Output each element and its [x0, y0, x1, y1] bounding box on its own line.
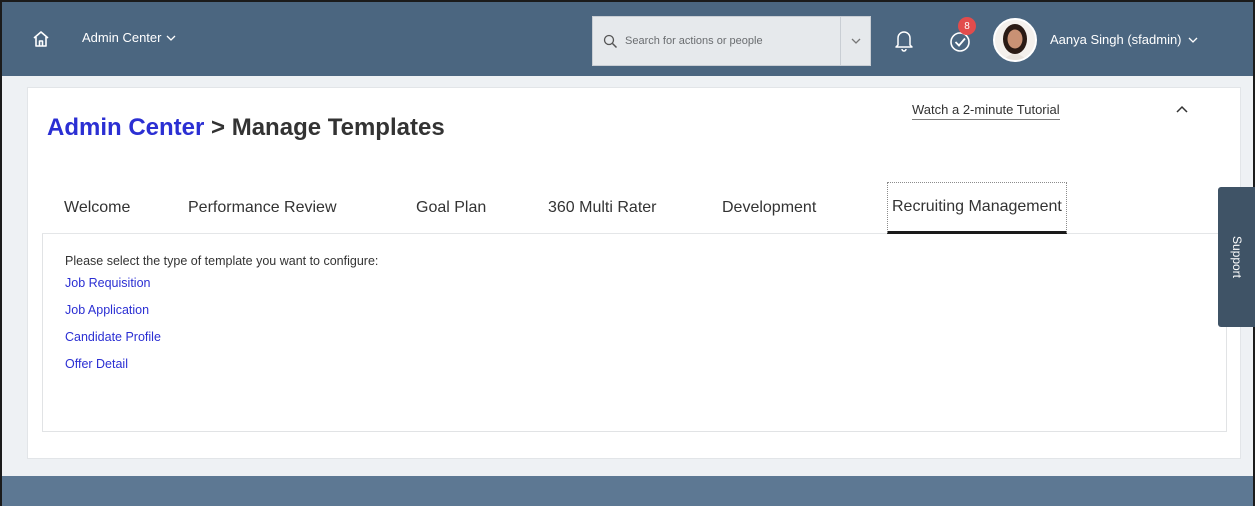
tab-development[interactable]: Development: [718, 182, 820, 234]
link-job-requisition[interactable]: Job Requisition: [65, 276, 1226, 290]
tab-recruiting-management[interactable]: Recruiting Management: [887, 182, 1067, 234]
manage-templates-card: Admin Center > Manage Templates Watch a …: [28, 88, 1240, 458]
footer-bar: [2, 476, 1253, 506]
tab-goal-plan[interactable]: Goal Plan: [412, 182, 490, 234]
chevron-down-icon: [167, 35, 176, 41]
breadcrumb-separator: >: [204, 114, 232, 141]
search-scope-dropdown[interactable]: [840, 17, 870, 65]
notification-badge: 8: [958, 17, 976, 35]
chevron-up-icon: [1176, 105, 1188, 113]
support-tab-label: Support: [1230, 235, 1245, 279]
template-tabs: Welcome Performance Review Goal Plan 360…: [42, 182, 1227, 234]
user-menu[interactable]: Aanya Singh (sfadmin): [1050, 32, 1198, 47]
chevron-down-icon: [1188, 37, 1197, 43]
page-title-text: Manage Templates: [231, 114, 445, 141]
search-input[interactable]: [621, 17, 840, 65]
search-box: [592, 16, 871, 66]
home-icon: [33, 31, 49, 47]
app-menu[interactable]: Admin Center: [82, 30, 176, 45]
link-job-application[interactable]: Job Application: [65, 303, 1226, 317]
app-menu-label: Admin Center: [82, 30, 162, 45]
instruction-text: Please select the type of template you w…: [65, 254, 379, 268]
avatar[interactable]: [993, 18, 1037, 62]
tab-content: Please select the type of template you w…: [42, 234, 1227, 432]
tab-360-multi-rater[interactable]: 360 Multi Rater: [544, 182, 661, 234]
collapse-button[interactable]: [1172, 100, 1192, 118]
shell-bar: Admin Center 8: [2, 2, 1253, 76]
notifications-button[interactable]: [893, 28, 915, 52]
page-title: Admin Center > Manage Templates: [47, 114, 445, 142]
chevron-down-icon: [851, 38, 860, 44]
bell-icon: [895, 31, 913, 52]
app-window: Admin Center 8: [0, 0, 1255, 506]
user-name: Aanya Singh (sfadmin): [1050, 32, 1182, 47]
search-icon[interactable]: [599, 30, 621, 52]
link-offer-detail[interactable]: Offer Detail: [65, 357, 1226, 371]
tab-performance-review[interactable]: Performance Review: [184, 182, 341, 234]
tab-welcome[interactable]: Welcome: [60, 182, 134, 234]
support-tab[interactable]: Support: [1218, 187, 1255, 327]
link-candidate-profile[interactable]: Candidate Profile: [65, 330, 1226, 344]
breadcrumb-admin-center[interactable]: Admin Center: [47, 114, 204, 141]
home-button[interactable]: [28, 26, 54, 52]
tutorial-link[interactable]: Watch a 2-minute Tutorial: [912, 102, 1060, 120]
